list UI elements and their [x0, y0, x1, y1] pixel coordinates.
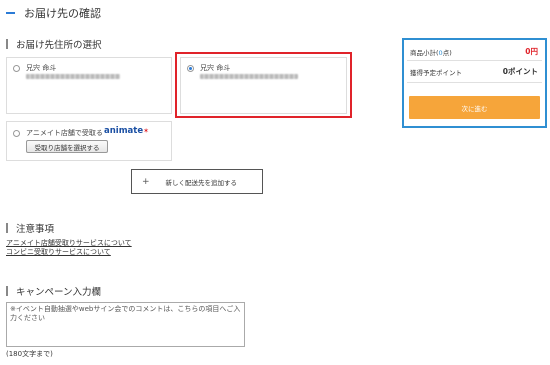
address-redacted-2 — [200, 74, 298, 79]
notes-heading-text: 注意事項 — [16, 224, 55, 235]
order-summary: 商品小計(0点) 0円 獲得予定ポイント 0ポイント 次に進む — [402, 38, 547, 128]
title-dash-icon — [6, 12, 15, 14]
heading-bar-icon — [6, 39, 8, 49]
next-button[interactable]: 次に進む — [409, 96, 540, 119]
campaign-heading-text: キャンペーン入力欄 — [16, 287, 102, 298]
add-address-label: 新しく配送先を追加する — [165, 178, 238, 187]
page-title: お届け先の確認 — [6, 5, 101, 21]
add-address-button[interactable]: + 新しく配送先を追加する — [131, 169, 263, 194]
page-title-text: お届け先の確認 — [24, 7, 101, 20]
address-section-heading: お届け先住所の選択 — [6, 37, 102, 51]
heading-bar-icon — [6, 223, 8, 233]
points-value: 0ポイント — [502, 67, 538, 76]
summary-divider — [407, 60, 542, 61]
plus-icon: + — [142, 176, 150, 187]
summary-divider — [407, 82, 542, 83]
store-pickup-card[interactable]: アニメイト店舗で受取る animate✶ 受取り店舗を選択する — [6, 121, 172, 161]
campaign-heading: キャンペーン入力欄 — [6, 284, 101, 298]
address-radio-2[interactable] — [187, 65, 194, 72]
address-card-1[interactable]: 兄宍 命斗 — [6, 57, 172, 114]
address-section-heading-text: お届け先住所の選択 — [16, 40, 102, 51]
animate-logo: animate✶ — [104, 126, 149, 136]
points-label: 獲得予定ポイント — [410, 69, 462, 77]
subtotal-label: 商品小計(0点) — [410, 49, 452, 57]
char-limit-note: (180文字まで) — [6, 350, 53, 358]
notes-heading: 注意事項 — [6, 221, 54, 235]
convenience-pickup-service-link[interactable]: コンビニ受取りサービスについて — [6, 247, 111, 257]
heading-bar-icon — [6, 286, 8, 296]
store-pickup-label: アニメイト店舗で受取る — [26, 129, 103, 137]
address-redacted-1 — [26, 74, 120, 79]
address-radio-1[interactable] — [13, 65, 20, 72]
address-name-2: 兄宍 命斗 — [200, 64, 231, 72]
campaign-comment-textarea[interactable]: ※イベント自動抽選やwebサイン会でのコメントは、こちらの項目へご入力ください — [6, 302, 245, 347]
store-pickup-radio[interactable] — [13, 130, 20, 137]
subtotal-value: 0円 — [525, 47, 538, 56]
select-store-button[interactable]: 受取り店舗を選択する — [26, 140, 108, 153]
address-card-2[interactable]: 兄宍 命斗 — [180, 57, 347, 114]
address-name-1: 兄宍 命斗 — [26, 64, 57, 72]
